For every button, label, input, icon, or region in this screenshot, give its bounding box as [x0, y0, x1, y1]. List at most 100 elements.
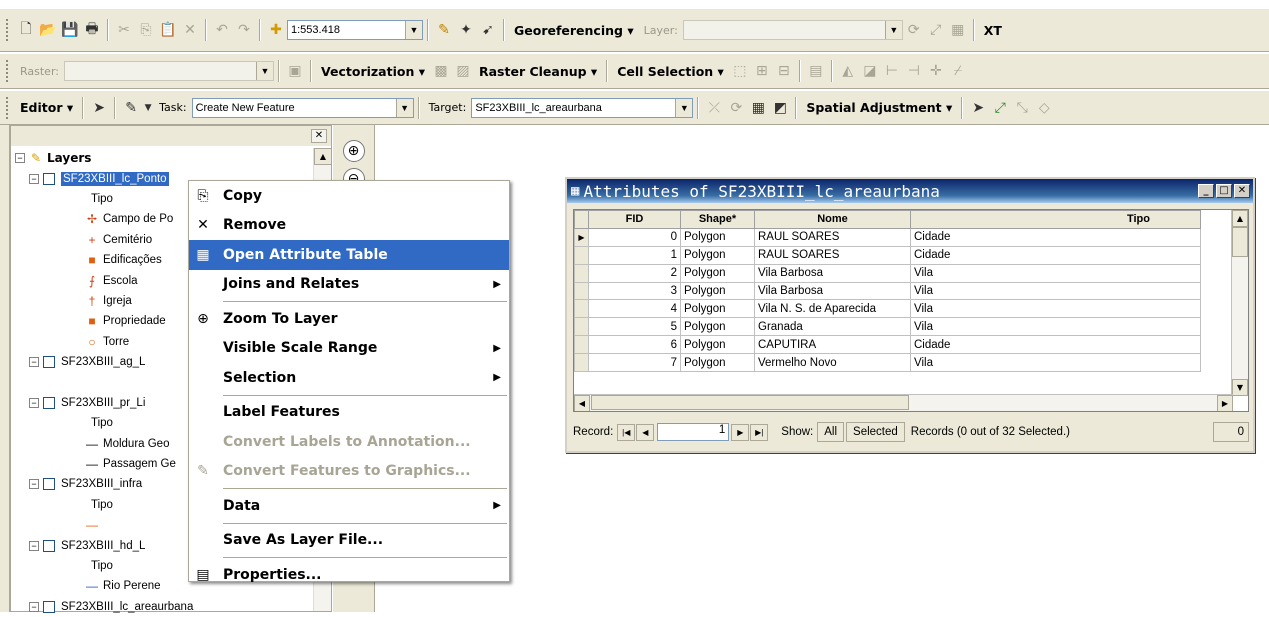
record-input[interactable]: 1 — [657, 423, 730, 441]
table-cell[interactable]: Polygon — [680, 353, 755, 373]
layer-visibility-checkbox[interactable] — [43, 600, 55, 613]
table-cell[interactable]: Polygon — [680, 281, 755, 301]
map-scale-value[interactable]: 1:553.418 — [288, 24, 405, 36]
row-selector[interactable] — [574, 299, 589, 319]
table-cell[interactable]: Vila — [910, 299, 1201, 319]
whats-this-icon[interactable]: ➹ — [477, 19, 499, 41]
table-cell[interactable]: 6 — [588, 335, 681, 355]
cross-trace-icon[interactable]: ✛ — [925, 60, 947, 82]
select-cells-icon[interactable]: ⬚ — [729, 60, 751, 82]
zoom-in-icon[interactable]: ⊕ — [342, 140, 365, 162]
table-cell[interactable]: Polygon — [680, 299, 755, 319]
menu-item-zoom-to-layer[interactable]: ⊕ Zoom To Layer — [189, 304, 509, 334]
toolbar-grip[interactable] — [6, 60, 11, 82]
collapse-icon[interactable]: − — [29, 601, 39, 612]
layer-visibility-checkbox[interactable] — [43, 396, 55, 409]
arctoolbox-icon[interactable]: ✦ — [455, 19, 477, 41]
table-cell[interactable]: Granada — [754, 317, 911, 337]
table-cell[interactable]: Vila Barbosa — [754, 263, 911, 283]
table-row[interactable]: 4 Polygon Vila N. S. de Aparecida Vila — [574, 299, 1201, 319]
table-cell[interactable]: RAUL SOARES — [754, 245, 911, 265]
scroll-left-icon[interactable]: ◀ — [574, 395, 590, 411]
row-selector[interactable] — [574, 317, 589, 337]
table-row[interactable]: ▶ 0 Polygon RAUL SOARES Cidade — [574, 227, 1201, 247]
layer-name[interactable]: SF23XBIII_ag_L — [61, 356, 145, 368]
row-selector[interactable] — [574, 335, 589, 355]
edit-tool-icon[interactable]: ➤ — [88, 97, 110, 119]
table-row[interactable]: 6 Polygon CAPUTIRA Cidade — [574, 335, 1201, 355]
menu-item-visible-scale-range[interactable]: Visible Scale Range ▶ — [189, 334, 509, 364]
save-icon[interactable]: 💾 — [59, 19, 81, 41]
table-cell[interactable]: 2 — [588, 263, 681, 283]
table-cell[interactable]: Polygon — [680, 227, 755, 247]
table-cell[interactable]: Vila — [910, 263, 1201, 283]
paste-icon[interactable]: 📋 — [157, 19, 179, 41]
chevron-down-icon[interactable]: ▼ — [675, 98, 693, 117]
menu-item-open-attribute-table[interactable]: ▦ Open Attribute Table — [189, 240, 509, 270]
horizontal-scrollbar[interactable]: ◀ ▶ — [574, 394, 1233, 411]
table-cell[interactable]: Cidade — [910, 227, 1201, 247]
attributes-icon[interactable]: ▦ — [747, 97, 769, 119]
scroll-right-icon[interactable]: ▶ — [1217, 395, 1233, 411]
multiple-links-icon[interactable]: ⤡ — [1011, 97, 1033, 119]
chevron-down-icon[interactable]: ▼ — [142, 97, 154, 119]
table-cell[interactable]: Vila — [910, 353, 1201, 373]
raster-cleanup-icon[interactable]: ▩ — [430, 60, 452, 82]
menu-item-remove[interactable]: ✕ Remove — [189, 211, 509, 241]
task-value[interactable]: Create New Feature — [193, 102, 396, 114]
row-selector[interactable]: ▶ — [574, 227, 589, 247]
raster-cleanup-menu[interactable]: Raster Cleanup ▾ — [474, 64, 602, 79]
vectorization-menu[interactable]: Vectorization ▾ — [316, 64, 430, 79]
previous-record-icon[interactable]: ◀ — [636, 423, 655, 441]
open-folder-icon[interactable]: 📂 — [37, 19, 59, 41]
delete-icon[interactable]: ✕ — [179, 19, 201, 41]
add-control-points-icon[interactable]: ⤢ — [925, 19, 947, 41]
next-record-icon[interactable]: ▶ — [731, 423, 750, 441]
show-selected-button[interactable]: Selected — [846, 422, 905, 442]
table-cell[interactable]: RAUL SOARES — [754, 227, 911, 247]
cut-icon[interactable]: ✂ — [113, 19, 135, 41]
table-row[interactable]: 3 Polygon Vila Barbosa Vila — [574, 281, 1201, 301]
table-cell[interactable]: Cidade — [910, 245, 1201, 265]
layer-name[interactable]: SF23XBIII_lc_areaurbana — [61, 601, 193, 613]
trace-between-icon[interactable]: ⊣ — [903, 60, 925, 82]
layer-visibility-checkbox[interactable] — [43, 478, 55, 491]
scroll-up-icon[interactable]: ▲ — [1232, 210, 1248, 227]
table-cell[interactable]: Polygon — [680, 245, 755, 265]
table-cell[interactable]: Vila Barbosa — [754, 281, 911, 301]
layer-visibility-checkbox[interactable] — [43, 172, 55, 185]
cell-selection-menu[interactable]: Cell Selection ▾ — [612, 64, 729, 79]
task-combo[interactable]: Create New Feature ▼ — [191, 97, 414, 118]
column-header[interactable]: Nome — [754, 210, 911, 229]
chevron-down-icon[interactable]: ▼ — [884, 21, 902, 39]
maximize-icon[interactable]: □ — [1216, 184, 1232, 198]
georeferencing-menu[interactable]: Georeferencing ▾ — [509, 23, 639, 38]
sketch-tool-icon[interactable]: ✎ — [120, 97, 142, 119]
layer-name[interactable]: SF23XBIII_infra — [61, 478, 142, 490]
table-cell[interactable]: 7 — [588, 353, 681, 373]
editor-menu[interactable]: Editor ▾ — [15, 100, 78, 115]
table-cell[interactable]: Polygon — [680, 263, 755, 283]
table-cell[interactable]: Polygon — [680, 335, 755, 355]
layer-visibility-checkbox[interactable] — [43, 356, 55, 369]
table-cell[interactable]: Cidade — [910, 335, 1201, 355]
close-icon[interactable]: ✕ — [1234, 184, 1250, 198]
collapse-icon[interactable]: − — [29, 173, 39, 184]
raster-snap-icon[interactable]: ▤ — [805, 60, 827, 82]
column-header[interactable]: FID — [588, 210, 681, 229]
table-cell[interactable]: Vila N. S. de Aparecida — [754, 299, 911, 319]
attributes-titlebar[interactable]: ▦ Attributes of SF23XBIII_lc_areaurbana … — [567, 179, 1253, 203]
cleanup-tool-icon[interactable]: ▨ — [452, 60, 474, 82]
table-row[interactable]: 2 Polygon Vila Barbosa Vila — [574, 263, 1201, 283]
redo-icon[interactable]: ↷ — [233, 19, 255, 41]
table-cell[interactable]: 5 — [588, 317, 681, 337]
layers-root[interactable]: − ✎ Layers — [11, 148, 313, 168]
menu-item-save-as-layer-file[interactable]: Save As Layer File... — [189, 526, 509, 556]
line-trace-icon[interactable]: ⊢ — [881, 60, 903, 82]
spatial-adjustment-menu[interactable]: Spatial Adjustment ▾ — [801, 100, 957, 115]
chevron-down-icon[interactable]: ▼ — [256, 62, 273, 80]
vectorize-trace-icon[interactable]: ◭ — [837, 60, 859, 82]
undo-icon[interactable]: ↶ — [211, 19, 233, 41]
chevron-down-icon[interactable]: ▼ — [395, 98, 413, 117]
eraser-icon[interactable]: ⌿ — [947, 60, 969, 82]
